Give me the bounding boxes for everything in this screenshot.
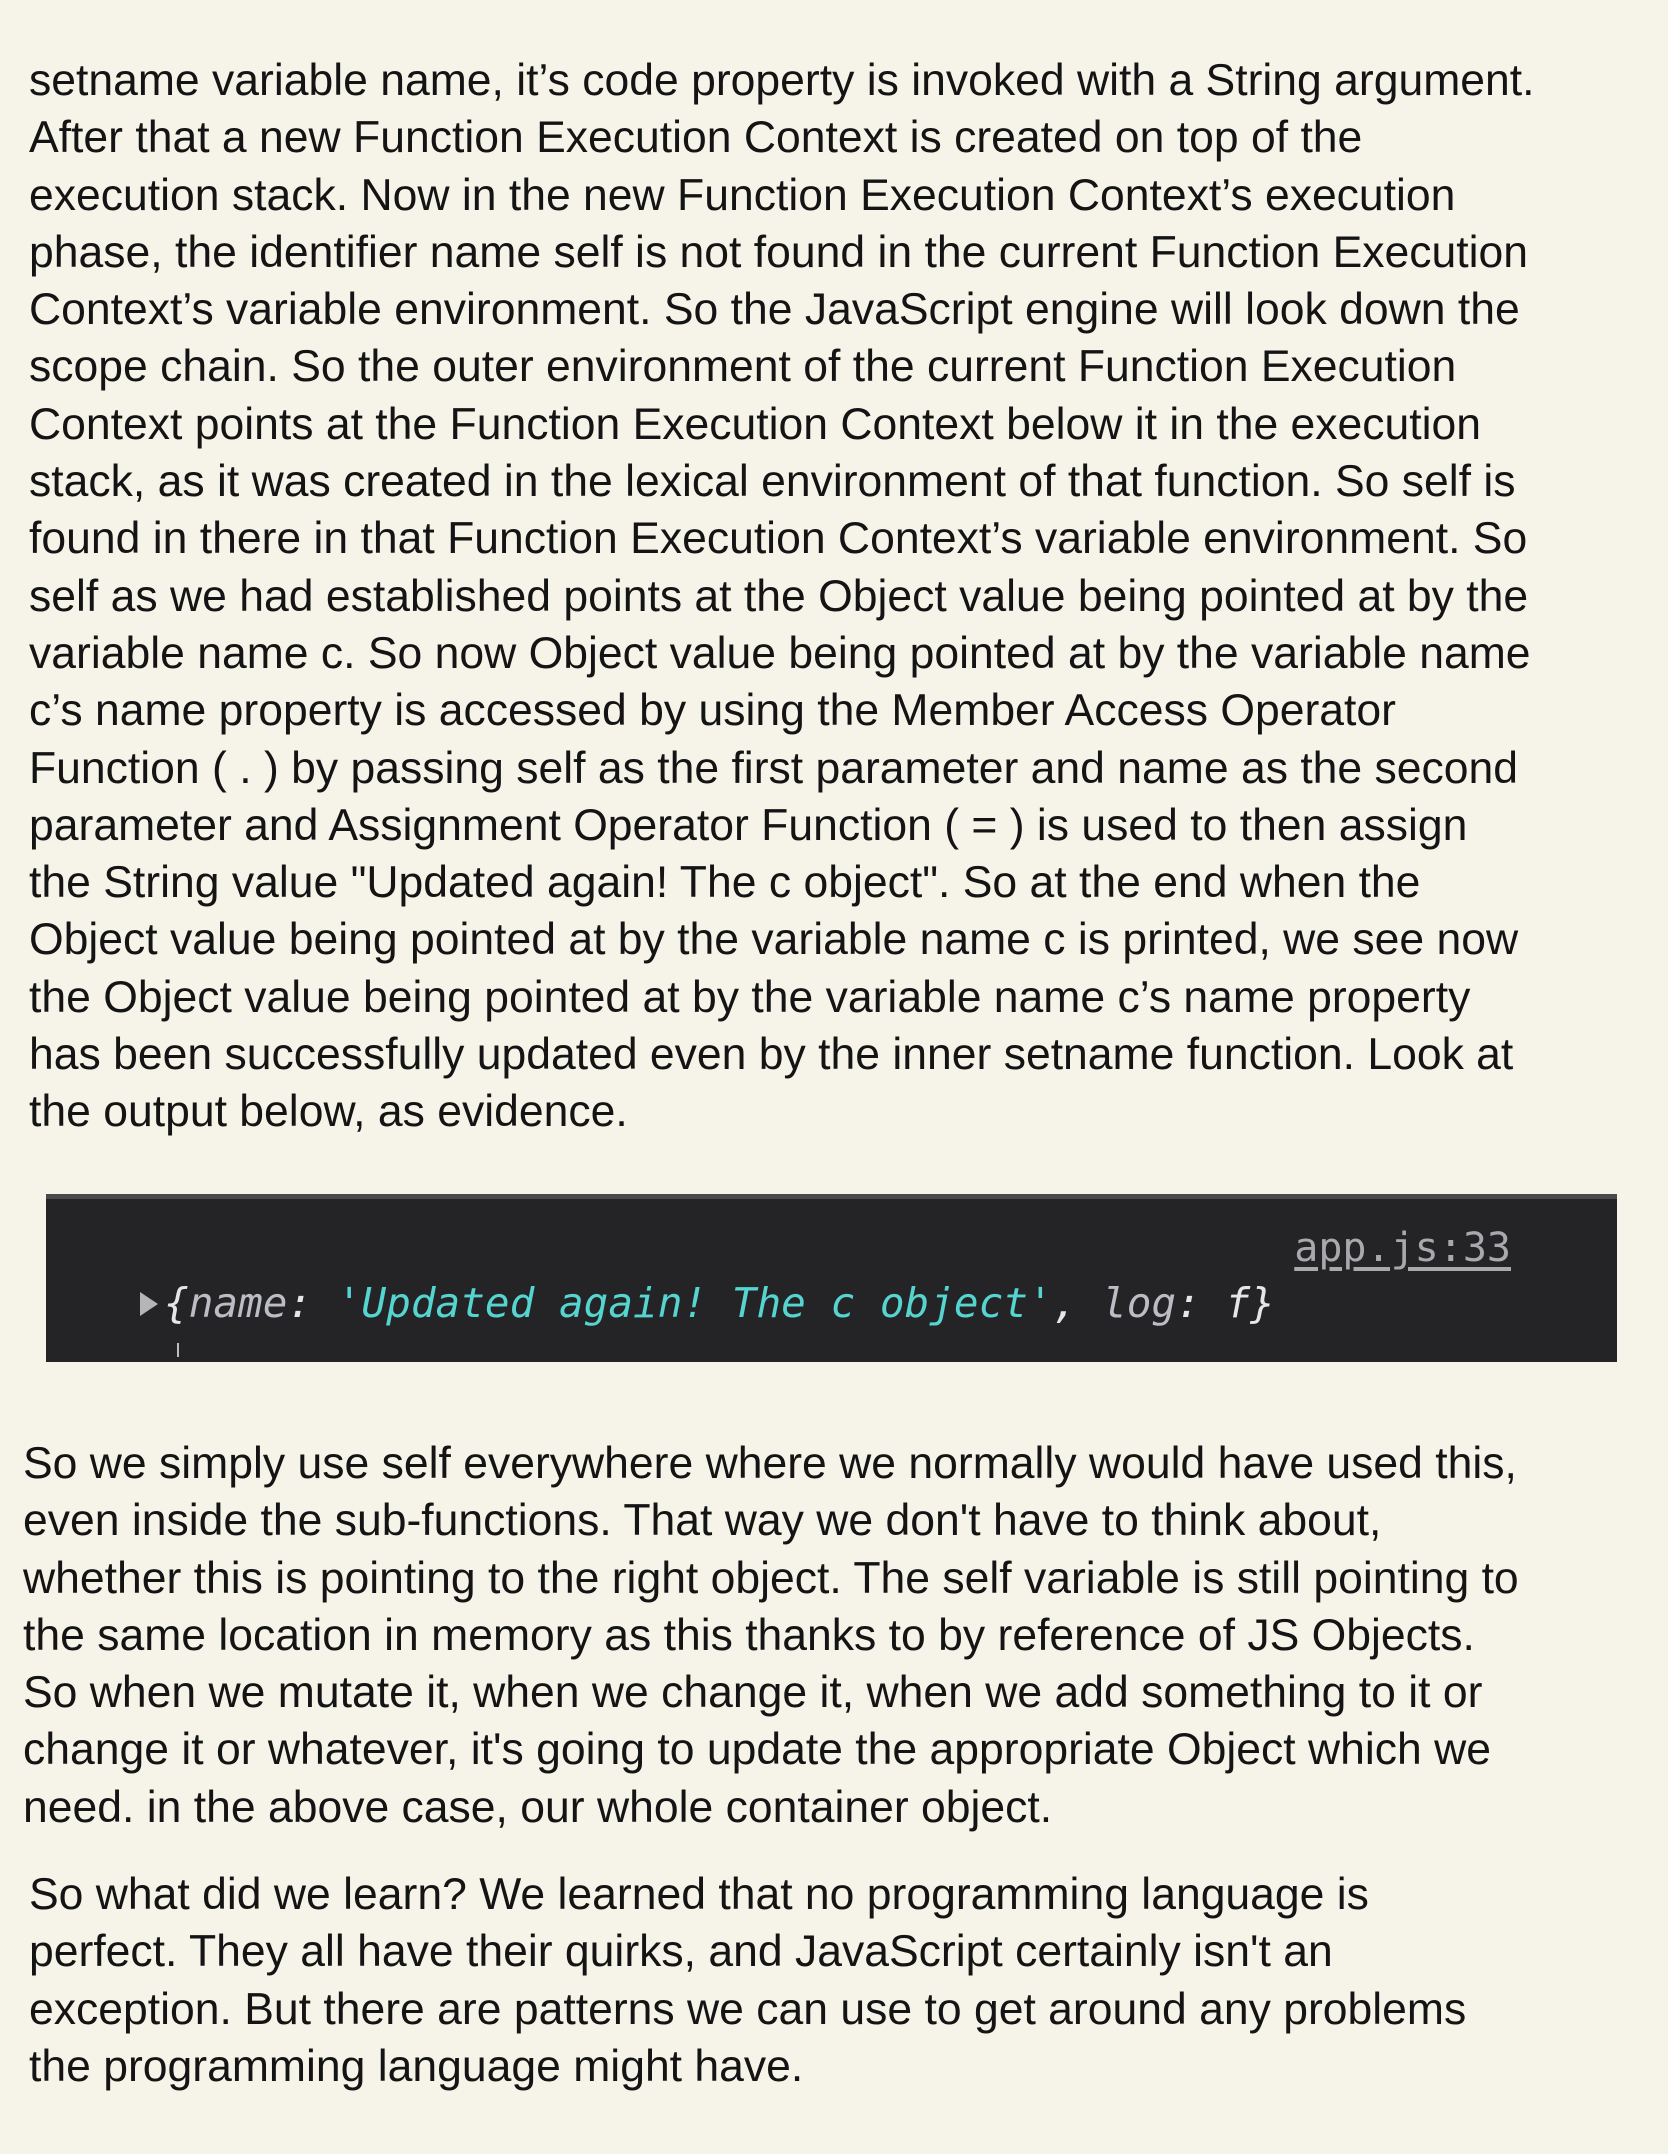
close-brace: } (1250, 1279, 1275, 1327)
console-log-entry[interactable]: {name: 'Updated again! The c object', lo… (140, 1279, 1275, 1327)
open-brace: { (164, 1279, 189, 1327)
expand-triangle-icon[interactable] (140, 1292, 158, 1316)
property-string-value: 'Updated again! The c object' (336, 1279, 1053, 1327)
console-output-panel: app.js:33 {name: 'Updated again! The c o… (46, 1194, 1617, 1362)
input-caret (177, 1343, 179, 1357)
property-key-log: log (1102, 1279, 1177, 1327)
colon-punct-2: : (1176, 1279, 1226, 1327)
paragraph-explanation: setname variable name, it’s code propert… (29, 56, 1535, 1137)
separator-punct: , (1052, 1279, 1103, 1327)
colon-punct: : (287, 1279, 337, 1327)
property-key-name: name (188, 1279, 288, 1327)
paragraph-self-usage: So we simply use self everywhere where w… (23, 1439, 1519, 1832)
function-value: f (1225, 1279, 1251, 1327)
source-file-link[interactable]: app.js:33 (1294, 1225, 1511, 1271)
paragraph-conclusion: So what did we learn? We learned that no… (29, 1870, 1467, 2091)
